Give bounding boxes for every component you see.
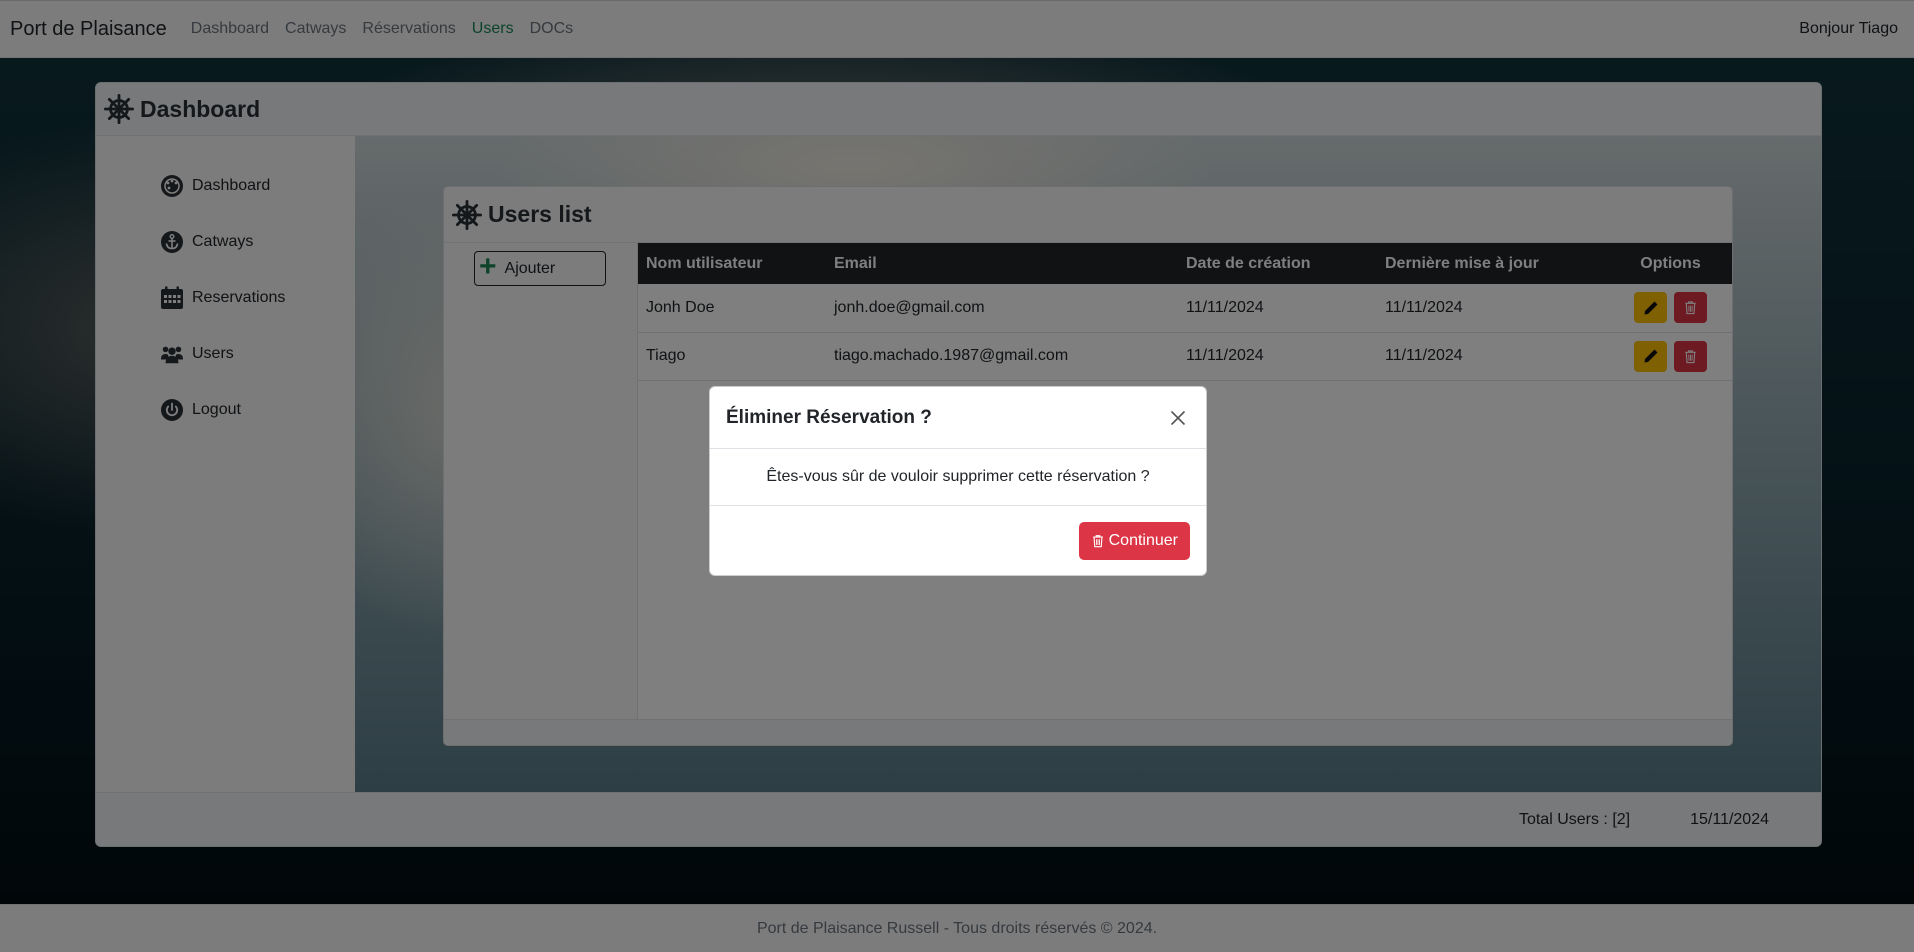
continue-button[interactable]: Continuer bbox=[1078, 522, 1190, 560]
modal-body: Êtes-vous sûr de vouloir supprimer cette… bbox=[710, 449, 1206, 506]
close-icon[interactable] bbox=[1166, 406, 1190, 430]
delete-confirm-modal: Éliminer Réservation ? Êtes-vous sûr de … bbox=[709, 386, 1207, 576]
modal-footer: Continuer bbox=[710, 506, 1206, 575]
modal-title: Éliminer Réservation ? bbox=[726, 406, 932, 428]
trash-icon bbox=[1092, 535, 1103, 548]
modal-message: Êtes-vous sûr de vouloir supprimer cette… bbox=[766, 468, 1150, 485]
modal-header: Éliminer Réservation ? bbox=[710, 387, 1206, 449]
continue-label: Continuer bbox=[1108, 532, 1178, 549]
